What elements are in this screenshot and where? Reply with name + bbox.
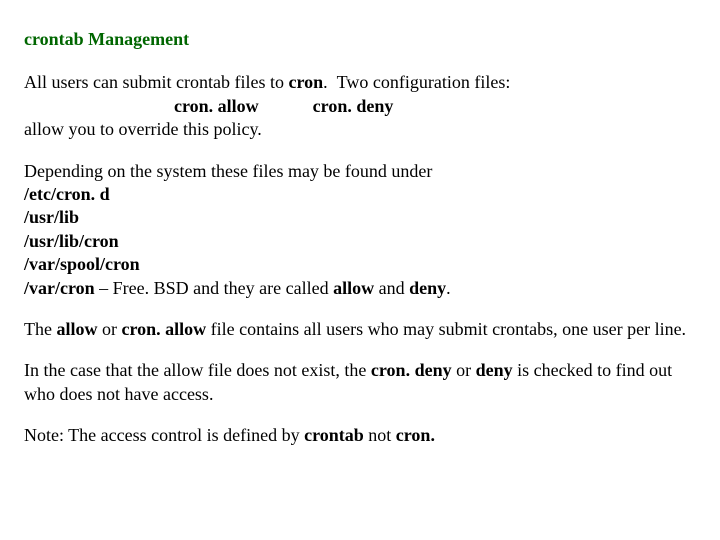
- p5-d: cron.: [396, 425, 435, 445]
- and-word: and: [374, 278, 409, 298]
- path-usr-lib-cron: /usr/lib/cron: [24, 230, 696, 253]
- p3-e: file contains all users who may submit c…: [206, 319, 686, 339]
- path-var-cron: /var/cron: [24, 278, 95, 298]
- gap: [259, 96, 313, 116]
- config-files-row: cron. allow cron. deny: [174, 95, 696, 118]
- paths-intro: Depending on the system these files may …: [24, 160, 696, 183]
- path-var-cron-line: /var/cron – Free. BSD and they are calle…: [24, 277, 696, 300]
- intro-text-a: All users can submit crontab files to: [24, 72, 288, 92]
- cron-allow-label: cron. allow: [174, 96, 259, 116]
- note-paragraph: Note: The access control is defined by c…: [24, 424, 696, 447]
- section-heading: crontab Management: [24, 28, 696, 51]
- p3-b: allow: [56, 319, 97, 339]
- p5-a: Note: The access control is defined by: [24, 425, 304, 445]
- intro-text-b: cron: [288, 72, 323, 92]
- p4-a: In the case that the allow file does not…: [24, 360, 371, 380]
- p4-d: deny: [476, 360, 513, 380]
- period: .: [446, 278, 451, 298]
- p5-b: crontab: [304, 425, 364, 445]
- p4-b: cron. deny: [371, 360, 452, 380]
- allow-file-paragraph: The allow or cron. allow file contains a…: [24, 318, 696, 341]
- p3-d: cron. allow: [122, 319, 207, 339]
- cron-deny-label: cron. deny: [313, 96, 394, 116]
- intro-text-c: . Two configuration files:: [323, 72, 510, 92]
- path-var-cron-tail: – Free. BSD and they are called: [95, 278, 333, 298]
- path-usr-lib: /usr/lib: [24, 206, 696, 229]
- deny-file-paragraph: In the case that the allow file does not…: [24, 359, 696, 406]
- intro-paragraph: All users can submit crontab files to cr…: [24, 71, 696, 141]
- intro-text-d: allow you to override this policy.: [24, 119, 262, 139]
- deny-word: deny: [409, 278, 446, 298]
- p3-c: or: [98, 319, 122, 339]
- p5-c: not: [364, 425, 396, 445]
- paths-list: /etc/cron. d /usr/lib /usr/lib/cron /var…: [24, 183, 696, 300]
- path-var-spool-cron: /var/spool/cron: [24, 253, 696, 276]
- p3-a: The: [24, 319, 56, 339]
- allow-word: allow: [333, 278, 374, 298]
- p4-c: or: [452, 360, 476, 380]
- path-etc-cron-d: /etc/cron. d: [24, 183, 696, 206]
